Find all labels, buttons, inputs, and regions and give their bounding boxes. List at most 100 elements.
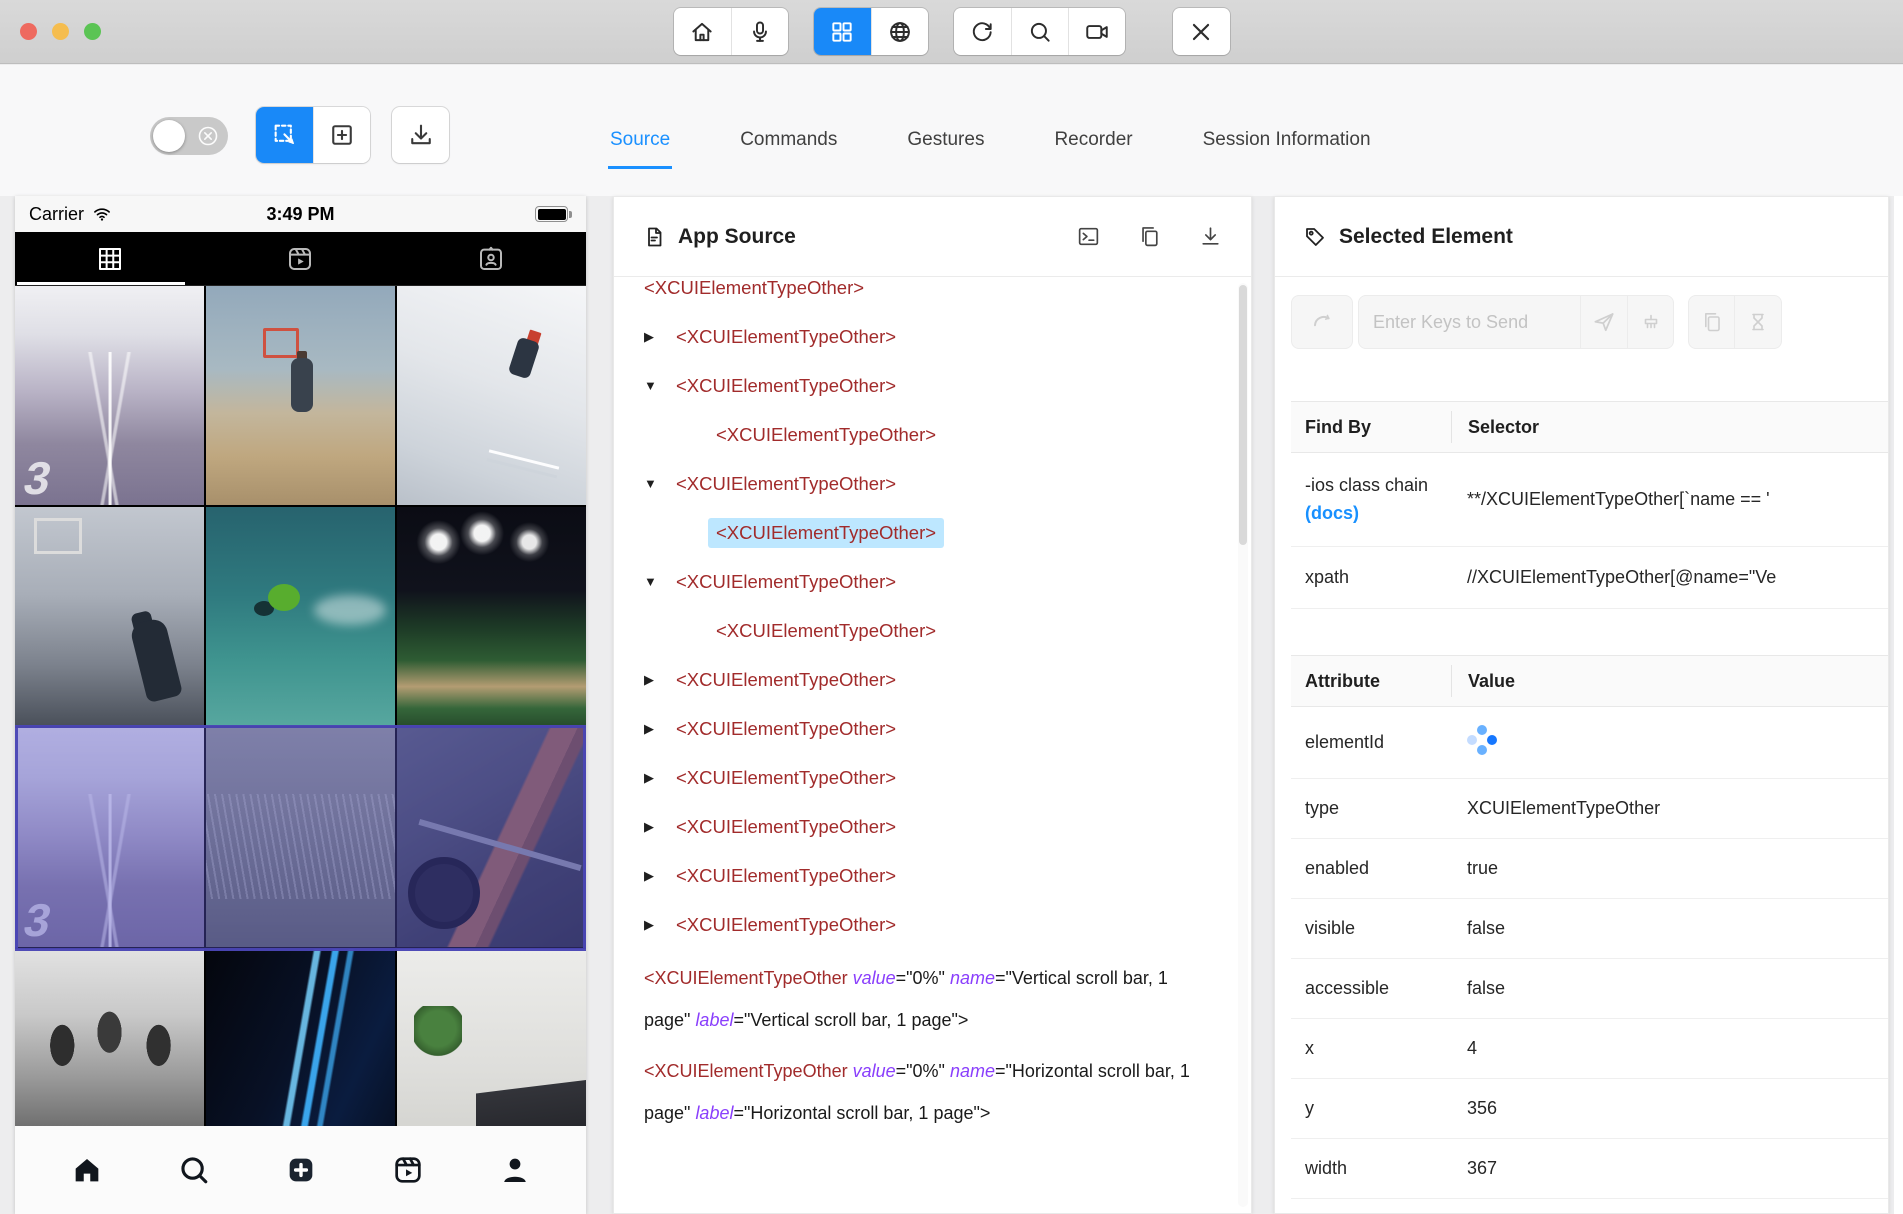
select-elements-button[interactable] [256,107,313,163]
profile-tab-grid[interactable] [15,232,205,285]
select-element-icon [271,121,299,149]
expand-icon[interactable]: ▶ [644,329,676,345]
nav-home-icon[interactable] [70,1153,104,1187]
refresh-icon [969,19,995,45]
home-icon [689,19,715,45]
nav-search-icon[interactable] [177,1153,211,1187]
clear-brush-icon [1639,310,1663,334]
find-by-header: Find By [1291,417,1451,438]
send-keys-input[interactable] [1358,295,1581,349]
microphone-button[interactable] [731,8,788,55]
video-camera-icon [1084,19,1110,45]
copy-source-button[interactable] [1137,224,1162,249]
find-by-row: -ios class chain (docs) **/XCUIElementTy… [1291,453,1888,547]
photo-outdoor-basketball[interactable] [206,286,395,505]
send-icon [1591,309,1617,335]
collapse-icon[interactable]: ▼ [644,476,676,491]
download-screenshot-button[interactable] [392,107,449,163]
nav-reels-icon[interactable] [391,1153,425,1187]
close-session-button[interactable] [1173,8,1230,55]
selector-value: //XCUIElementTypeOther[@name="Ve [1451,567,1888,588]
tap-element-button[interactable] [1291,295,1353,349]
globe-icon [887,19,913,45]
search-icon [1027,19,1053,45]
expand-icon[interactable]: ▶ [644,868,676,884]
tap-arc-icon [1309,309,1335,335]
attribute-table-header: Attribute Value [1291,655,1888,707]
app-source-panel: App Source <XCUIElementTypeOther> ▶<XCUI… [613,196,1252,1214]
clear-button[interactable] [1628,295,1674,349]
tree-node-selected[interactable]: <XCUIElementTypeOther> [644,508,1231,557]
collapse-icon[interactable]: ▼ [644,378,676,393]
photo-baseball-stadium-night[interactable] [397,507,586,726]
tree-node[interactable]: ▼<XCUIElementTypeOther> [644,459,1231,508]
selector-value: **/XCUIElementTypeOther[`name == ' [1451,489,1888,510]
attribute-row: width 367 [1291,1139,1888,1199]
tab-commands[interactable]: Commands [738,129,839,169]
tab-session-information[interactable]: Session Information [1201,129,1373,169]
value-header: Value [1451,665,1888,697]
tab-recorder[interactable]: Recorder [1052,129,1134,169]
expand-icon[interactable]: ▶ [644,917,676,933]
profile-tab-tagged[interactable] [396,232,586,285]
home-button[interactable] [674,8,731,55]
expand-icon[interactable]: ▶ [644,770,676,786]
screenshot-interaction-toggle[interactable] [150,117,228,155]
tab-gestures[interactable]: Gestures [905,129,986,169]
selected-element-panel: Selected Element Find By Selec [1274,196,1889,1214]
send-keys-button[interactable] [1581,295,1628,349]
phone-screen[interactable] [15,232,586,1214]
screen-recording-button[interactable] [1068,8,1125,55]
tree-node[interactable]: ▶<XCUIElementTypeOther> [644,753,1231,802]
download-source-button[interactable] [1198,224,1223,249]
copy-icon [1700,310,1724,334]
attribute-row: elementId [1291,707,1888,779]
expand-icon[interactable]: ▶ [644,819,676,835]
tree-node[interactable]: ▼<XCUIElementTypeOther> [644,361,1231,410]
profile-tab-reels[interactable] [205,232,395,285]
tree-node[interactable]: ▶<XCUIElementTypeOther> [644,312,1231,361]
swipe-by-coordinates-button[interactable] [313,107,370,163]
tree-node[interactable]: ▶<XCUIElementTypeOther> [644,704,1231,753]
tree-node[interactable]: <XCUIElementTypeOther> [644,277,1231,312]
collapse-icon[interactable]: ▼ [644,574,676,589]
window-close-button[interactable] [20,23,37,40]
toggle-console-button[interactable] [1076,224,1101,249]
tree-node[interactable]: ▶<XCUIElementTypeOther> [644,900,1231,949]
tree-node[interactable]: ▶<XCUIElementTypeOther> [644,655,1231,704]
search-button[interactable] [1011,8,1068,55]
xml-source-line: <XCUIElementTypeOther value="0%" name="H… [644,1050,1219,1135]
tree-node[interactable]: ▶<XCUIElementTypeOther> [644,851,1231,900]
selected-element-highlight [15,725,586,951]
tab-source[interactable]: Source [608,129,672,169]
tree-node[interactable]: <XCUIElementTypeOther> [644,410,1231,459]
globe-button[interactable] [871,8,928,55]
nav-profile-icon[interactable] [498,1153,532,1187]
tag-icon [1303,225,1327,249]
phone-status-bar: Carrier 3:49 PM [15,196,586,232]
docs-link[interactable]: (docs) [1305,503,1359,523]
plus-box-icon [328,121,356,149]
reels-tab-icon [285,244,315,274]
wait-for-element-button[interactable] [1735,295,1782,349]
photo-skier-red-helmet[interactable] [397,286,586,505]
tree-node[interactable]: ▼<XCUIElementTypeOther> [644,557,1231,606]
copy-icon [1137,224,1162,249]
expand-icon[interactable]: ▶ [644,721,676,737]
window-minimize-button[interactable] [52,23,69,40]
scrollbar-thumb[interactable] [1239,285,1247,545]
photo-foggy-running-track[interactable] [15,286,204,505]
apps-grid-button[interactable] [814,8,871,55]
expand-icon[interactable]: ▶ [644,672,676,688]
photo-basketball-dunk[interactable] [15,507,204,726]
window-zoom-button[interactable] [84,23,101,40]
element-actions-row [1291,295,1782,349]
photo-swimmer-green-cap[interactable] [206,507,395,726]
refresh-button[interactable] [954,8,1011,55]
tree-node[interactable]: ▶<XCUIElementTypeOther> [644,802,1231,851]
attribute-row: y 356 [1291,1079,1888,1139]
nav-create-icon[interactable] [284,1153,318,1187]
tree-node[interactable]: <XCUIElementTypeOther> [644,606,1231,655]
carrier-label: Carrier [29,204,84,225]
copy-attributes-button[interactable] [1688,295,1735,349]
